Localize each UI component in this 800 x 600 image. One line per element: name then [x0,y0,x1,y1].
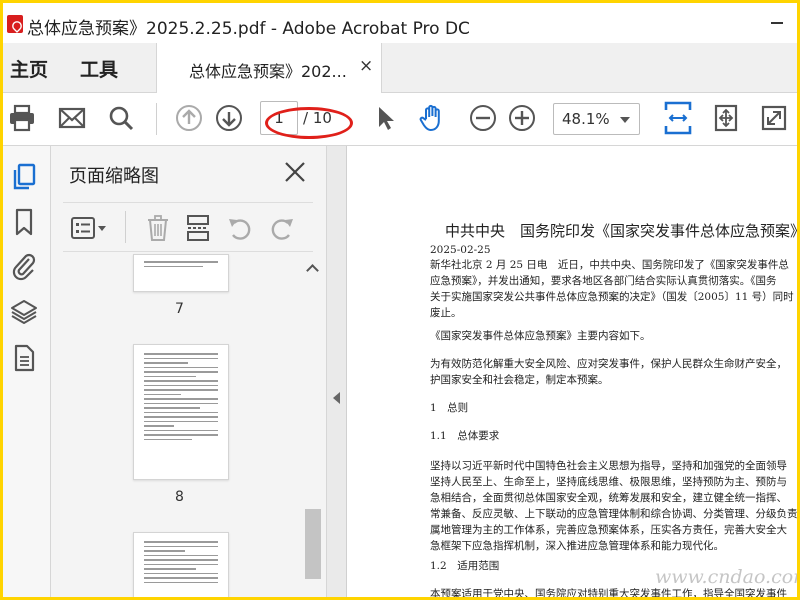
toolbar-separator [125,211,126,243]
document-date: 2025-02-25 [430,244,491,256]
window-title: 总体应急预案》2025.2.25.pdf - Adobe Acrobat Pro… [27,19,470,39]
zoom-out-icon[interactable] [468,103,498,133]
document-title: 中共中央 国务院印发《国家突发事件总体应急预案》 [445,222,797,240]
thumbnail-scrollbar[interactable] [303,256,323,586]
document-tab-close-button[interactable]: × [359,56,373,76]
page-thumbnail-9[interactable] [133,532,229,597]
tab-row: 主页 工具 总体应急预案》202... × [3,43,797,93]
document-icon[interactable] [9,343,39,373]
chevron-down-icon [620,117,630,123]
zoom-in-icon[interactable] [507,103,537,133]
thumbnail-label-8: 8 [175,489,184,505]
full-screen-icon[interactable] [759,103,789,133]
hand-icon[interactable] [417,103,447,133]
tab-home[interactable]: 主页 [10,55,48,82]
layers-icon[interactable] [9,297,39,327]
section-heading: 1.2 适用范围 [430,560,500,572]
zoom-value: 48.1% [562,110,610,128]
section-heading: 1 总则 [430,402,469,414]
section-heading: 1.1 总体要求 [430,430,500,442]
document-tab[interactable]: 总体应急预案》202... × [156,43,382,93]
page-thumbnail-8[interactable] [133,344,229,480]
page-thumbnail-7[interactable] [133,254,229,292]
document-view[interactable]: 中共中央 国务院印发《国家突发事件总体应急预案》 2025-02-25 新华社北… [348,146,797,597]
print-icon[interactable] [7,103,37,133]
title-bar: 总体应急预案》2025.2.25.pdf - Adobe Acrobat Pro… [3,3,797,43]
options-menu-icon[interactable] [69,213,109,243]
rotate-clockwise-icon[interactable] [267,213,297,243]
annotation-highlight-ellipse [265,107,353,139]
scroll-up-icon[interactable] [306,264,319,277]
fit-page-icon[interactable] [711,103,741,133]
insert-page-icon[interactable] [183,213,213,243]
email-icon[interactable] [57,103,87,133]
attachment-icon[interactable] [9,251,39,281]
page-up-icon[interactable] [174,103,204,133]
acrobat-app-icon [7,15,23,33]
watermark: www.cndao.com [655,566,797,588]
scrollbar-thumb[interactable] [305,509,321,579]
toolbar-separator [156,103,157,135]
thumbnail-label-7: 7 [175,301,184,317]
page-thumbnails-panel: 页面缩略图 7 8 [51,146,327,597]
acrobat-window: 总体应急预案》2025.2.25.pdf - Adobe Acrobat Pro… [3,3,797,597]
thumbnail-toolbar [63,202,313,252]
minimize-button[interactable] [771,22,783,24]
close-icon[interactable] [281,158,309,186]
navigation-rail [3,146,51,597]
panel-title: 页面缩略图 [69,166,159,187]
document-paragraph: 坚持以习近平新时代中国特色社会主义思想为指导，坚持和加强党的全面领导 坚持人民至… [430,460,797,552]
document-paragraph: 《国家突发事件总体应急预案》主要内容如下。 [430,330,651,342]
collapse-panel-icon[interactable] [333,392,340,404]
pages-icon[interactable] [9,161,39,191]
bookmark-icon[interactable] [9,207,39,237]
document-paragraph: 新华社北京 2 月 25 日电 近日，中共中央、国务院印发了《国家突发事件总 应… [430,259,794,319]
document-paragraph: 为有效防范化解重大安全风险、应对突发事件，保护人民群众生命财产安全， 护国家安全… [430,358,787,386]
document-tab-label: 总体应急预案》202... [189,62,347,81]
trash-icon[interactable] [143,213,173,243]
search-icon[interactable] [106,103,136,133]
rotate-counterclockwise-icon[interactable] [225,213,255,243]
thumbnail-text-lines [144,261,218,283]
page-down-icon[interactable] [214,103,244,133]
thumbnail-text-lines [144,353,218,471]
select-arrow-icon[interactable] [370,103,400,133]
main-toolbar: 1 / 10 48.1% [3,93,797,146]
zoom-select[interactable]: 48.1% [553,103,640,135]
fit-width-icon[interactable] [662,100,694,136]
tab-tools[interactable]: 工具 [80,55,118,82]
panel-splitter[interactable] [327,146,347,597]
thumbnail-text-lines [144,541,218,597]
